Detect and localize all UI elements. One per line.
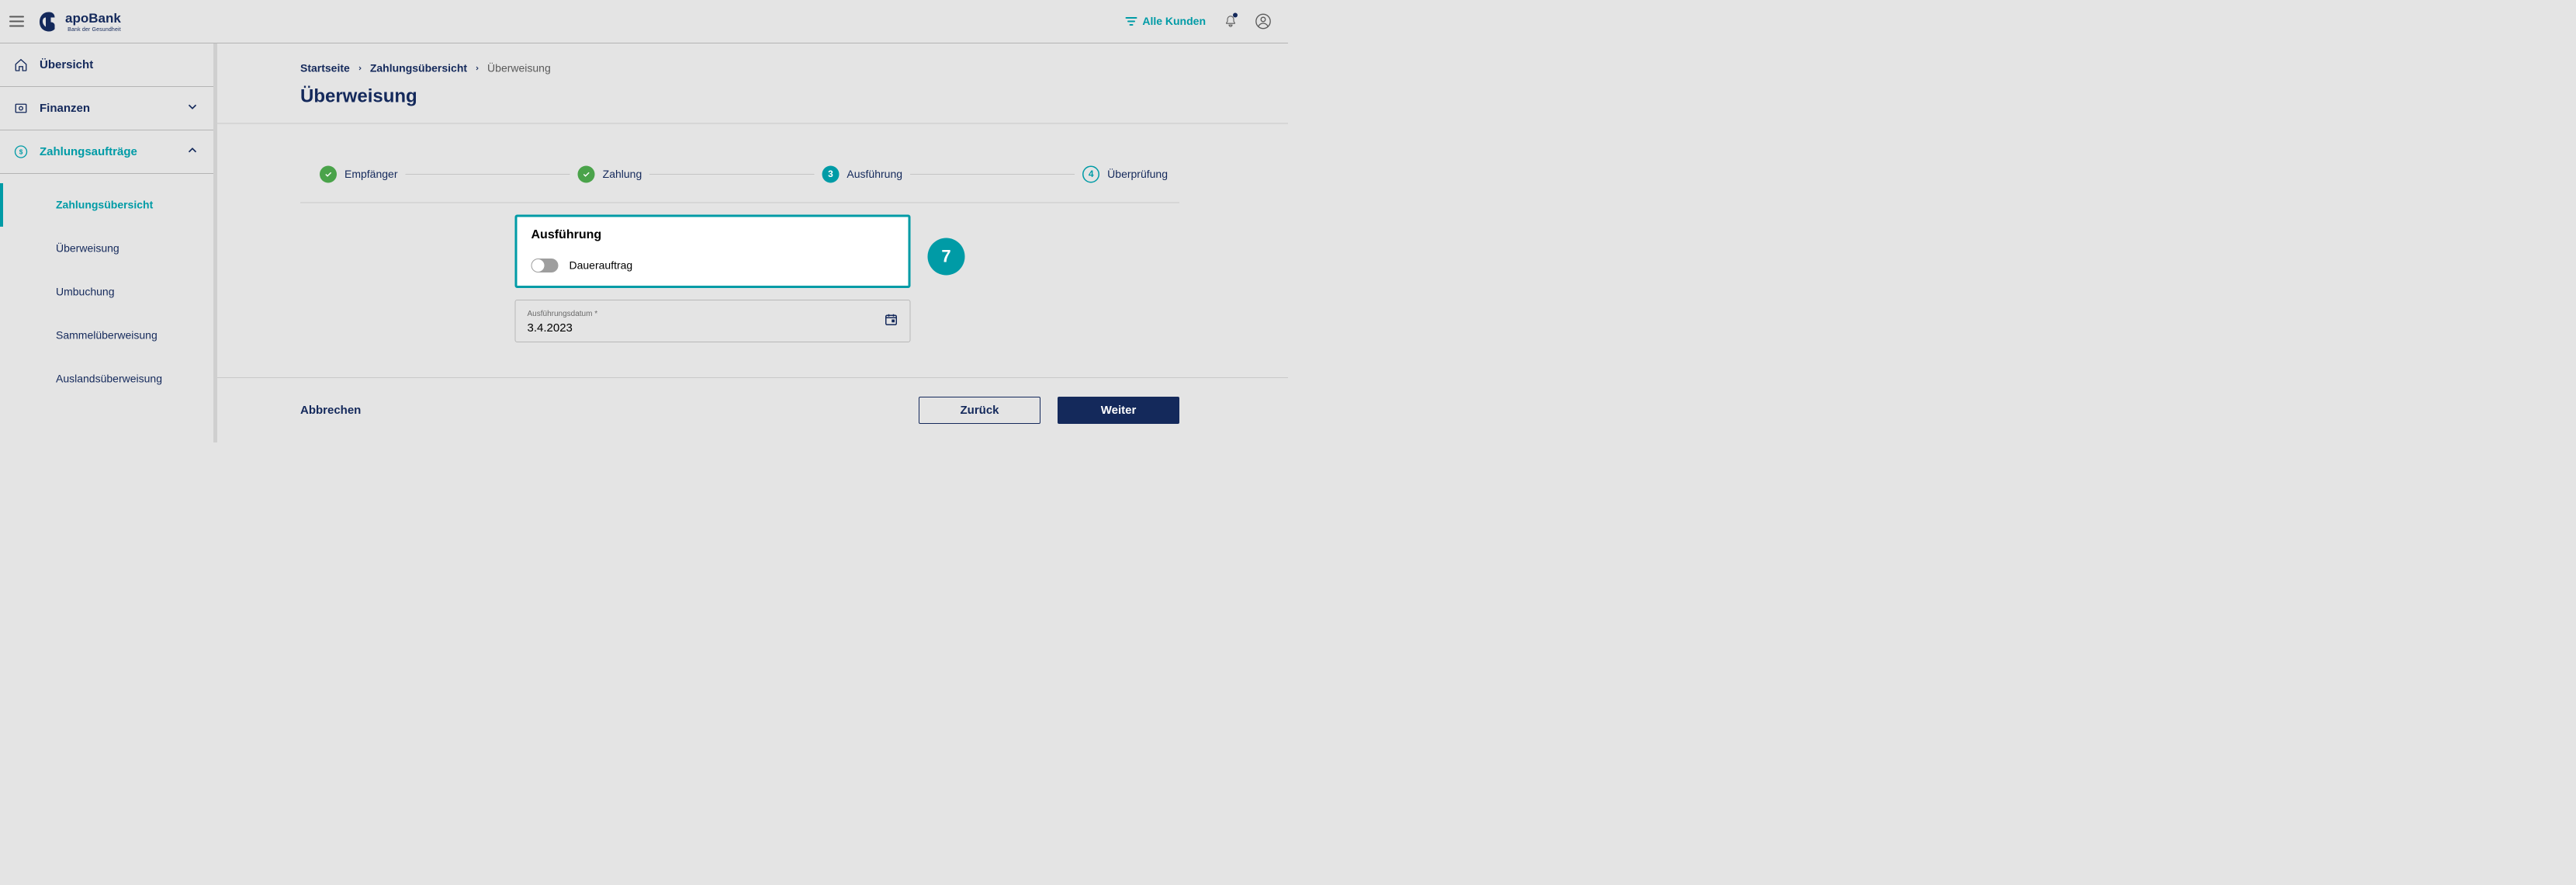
crumb-current: Überweisung bbox=[487, 62, 551, 75]
menu-icon[interactable] bbox=[9, 16, 24, 27]
sidebar-item-label: Auslandsüberweisung bbox=[56, 373, 162, 385]
customer-filter[interactable]: Alle Kunden bbox=[1125, 16, 1206, 28]
sidebar-sub-transfer[interactable]: Überweisung bbox=[0, 227, 213, 270]
svg-text:$: $ bbox=[19, 149, 23, 156]
notifications-button[interactable] bbox=[1223, 14, 1238, 30]
sidebar-item-finances[interactable]: Finanzen bbox=[0, 87, 213, 130]
button-label: Zurück bbox=[960, 404, 999, 417]
chevron-right-icon bbox=[357, 65, 363, 71]
sidebar-item-label: Zahlungsübersicht bbox=[56, 199, 153, 211]
action-bar: Abbrechen Zurück Weiter bbox=[217, 377, 1288, 442]
payments-icon: $ bbox=[14, 145, 28, 159]
button-label: Weiter bbox=[1101, 404, 1137, 417]
cancel-button[interactable]: Abbrechen bbox=[300, 404, 361, 417]
step-review[interactable]: 4 Überprüfung bbox=[1082, 166, 1168, 183]
step-payment[interactable]: Zahlung bbox=[578, 166, 642, 183]
date-value: 3.4.2023 bbox=[528, 321, 598, 335]
date-label: Ausführungsdatum * bbox=[528, 310, 598, 319]
chevron-up-icon bbox=[185, 144, 199, 161]
step-label: Überprüfung bbox=[1107, 168, 1168, 181]
calendar-icon[interactable] bbox=[885, 313, 898, 327]
page-title: Überweisung bbox=[300, 85, 1179, 107]
breadcrumb: Startseite Zahlungsübersicht Überweisung bbox=[300, 62, 1179, 75]
profile-button[interactable] bbox=[1255, 14, 1271, 30]
step-number: 3 bbox=[822, 166, 839, 183]
sidebar-item-label: Überweisung bbox=[56, 242, 119, 255]
user-circle-icon bbox=[1255, 14, 1271, 30]
standing-order-toggle[interactable] bbox=[531, 259, 559, 272]
brand-name: apoBank bbox=[65, 11, 121, 26]
topbar: apoBank Bank der Gesundheit Alle Kunden bbox=[0, 0, 1288, 43]
stepper: Empfänger Zahlung 3 Ausführung 4 Überprü… bbox=[300, 143, 1179, 203]
sidebar-item-label: Übersicht bbox=[40, 58, 93, 71]
execution-card: Ausführung Dauerauftrag bbox=[515, 215, 911, 289]
brand-tagline: Bank der Gesundheit bbox=[65, 26, 121, 32]
back-button[interactable]: Zurück bbox=[919, 397, 1040, 424]
sidebar-item-label: Finanzen bbox=[40, 102, 90, 115]
callout-badge: 7 bbox=[928, 238, 965, 276]
chevron-down-icon bbox=[185, 100, 199, 117]
chevron-right-icon bbox=[474, 65, 480, 71]
sidebar-sub-batch[interactable]: Sammelüberweisung bbox=[0, 314, 213, 357]
sidebar-item-label: Sammelüberweisung bbox=[56, 329, 158, 342]
callout-number: 7 bbox=[941, 247, 950, 266]
filter-icon bbox=[1125, 17, 1137, 26]
sidebar-item-overview[interactable]: Übersicht bbox=[0, 43, 213, 87]
check-icon bbox=[324, 170, 333, 179]
sidebar-item-label: Zahlungsaufträge bbox=[40, 145, 137, 158]
step-number: 4 bbox=[1082, 166, 1099, 183]
sidebar: Übersicht Finanzen $ Zahlungsaufträge Za… bbox=[0, 43, 217, 442]
sidebar-item-payments[interactable]: $ Zahlungsaufträge bbox=[0, 130, 213, 174]
next-button[interactable]: Weiter bbox=[1058, 397, 1179, 424]
execution-date-field[interactable]: Ausführungsdatum * 3.4.2023 bbox=[515, 300, 911, 342]
brand[interactable]: apoBank Bank der Gesundheit bbox=[37, 10, 121, 33]
execution-heading: Ausführung bbox=[531, 227, 895, 242]
standing-order-label: Dauerauftrag bbox=[570, 259, 633, 272]
sidebar-sub-foreign[interactable]: Auslandsüberweisung bbox=[0, 357, 213, 401]
step-label: Ausführung bbox=[847, 168, 902, 181]
step-connector bbox=[910, 174, 1075, 175]
notification-dot-icon bbox=[1233, 13, 1238, 18]
crumb-home[interactable]: Startseite bbox=[300, 62, 350, 75]
crumb-payments[interactable]: Zahlungsübersicht bbox=[370, 62, 467, 75]
sidebar-item-label: Umbuchung bbox=[56, 286, 114, 298]
apobank-logo-icon bbox=[37, 10, 61, 33]
step-execution[interactable]: 3 Ausführung bbox=[822, 166, 902, 183]
home-icon bbox=[14, 58, 28, 72]
check-icon bbox=[582, 170, 590, 179]
sidebar-sub-rebook[interactable]: Umbuchung bbox=[0, 270, 213, 314]
main: Startseite Zahlungsübersicht Überweisung… bbox=[217, 43, 1288, 442]
step-label: Zahlung bbox=[603, 168, 642, 181]
shell: Übersicht Finanzen $ Zahlungsaufträge Za… bbox=[0, 43, 1288, 442]
sidebar-sub-overview[interactable]: Zahlungsübersicht bbox=[0, 183, 213, 227]
step-connector bbox=[649, 174, 814, 175]
step-connector bbox=[405, 174, 570, 175]
customer-filter-label: Alle Kunden bbox=[1142, 16, 1206, 28]
step-recipient[interactable]: Empfänger bbox=[320, 166, 397, 183]
finance-icon bbox=[14, 102, 28, 116]
sidebar-sublist: Zahlungsübersicht Überweisung Umbuchung … bbox=[0, 174, 213, 410]
step-label: Empfänger bbox=[345, 168, 397, 181]
